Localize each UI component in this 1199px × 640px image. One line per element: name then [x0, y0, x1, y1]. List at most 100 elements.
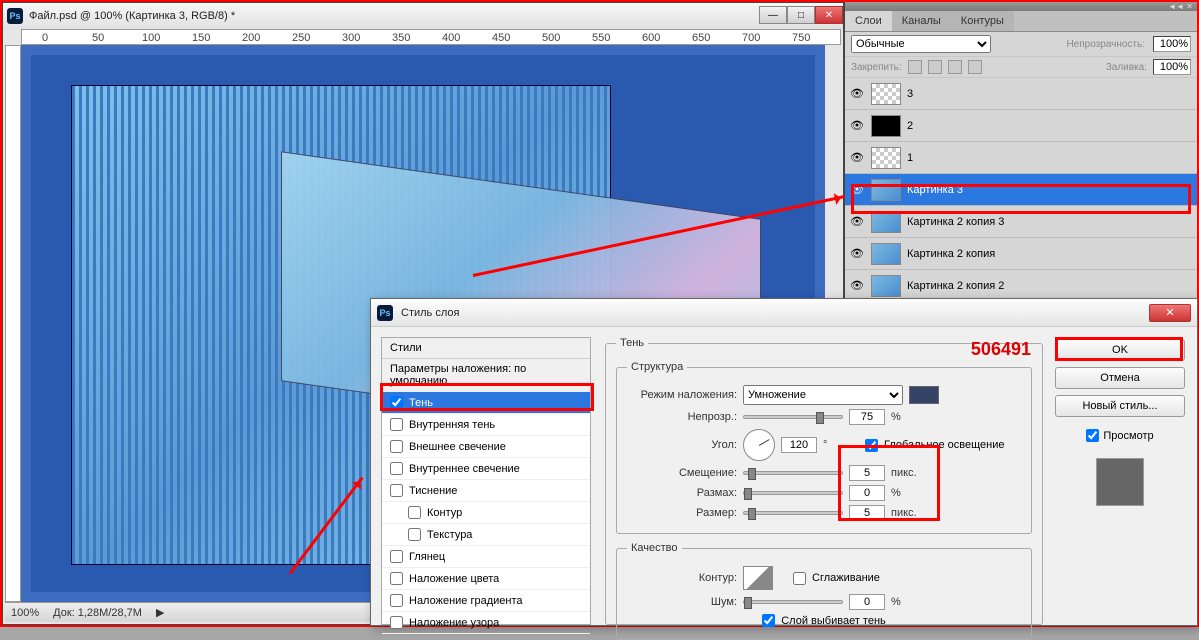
- style-drop-shadow[interactable]: Тень: [382, 392, 590, 414]
- knockout-checkbox[interactable]: [762, 614, 775, 627]
- preview-checkbox[interactable]: [1086, 429, 1099, 442]
- spread-value[interactable]: [849, 485, 885, 501]
- ps-icon: Ps: [377, 305, 393, 321]
- opacity-input[interactable]: [1153, 36, 1191, 52]
- new-style-button[interactable]: Новый стиль...: [1055, 395, 1185, 417]
- minimize-button[interactable]: —: [759, 6, 787, 24]
- size-slider[interactable]: [743, 511, 843, 515]
- quality-legend: Качество: [627, 542, 682, 554]
- spread-slider[interactable]: [743, 491, 843, 495]
- shadow-color-swatch[interactable]: [909, 386, 939, 404]
- contour-picker[interactable]: [743, 566, 773, 590]
- visibility-icon[interactable]: 👁: [849, 118, 865, 134]
- document-title: Файл.psd @ 100% (Картинка 3, RGB/8) *: [29, 10, 759, 22]
- inner-shadow-checkbox[interactable]: [390, 418, 403, 431]
- opacity-slider[interactable]: [743, 415, 843, 419]
- dialog-titlebar[interactable]: Ps Стиль слоя ✕: [371, 299, 1197, 327]
- watermark: 506491: [971, 339, 1031, 360]
- close-button[interactable]: ✕: [815, 6, 843, 24]
- ruler-vertical[interactable]: [5, 45, 21, 602]
- size-value[interactable]: [849, 505, 885, 521]
- blend-mode-label: Режим наложения:: [627, 389, 737, 401]
- lock-transparent-icon[interactable]: [908, 60, 922, 74]
- style-texture[interactable]: Текстура: [382, 524, 590, 546]
- visibility-icon[interactable]: 👁: [849, 182, 865, 198]
- texture-checkbox[interactable]: [408, 528, 421, 541]
- style-outer-glow[interactable]: Внешнее свечение: [382, 436, 590, 458]
- lock-pixels-icon[interactable]: [928, 60, 942, 74]
- visibility-icon[interactable]: 👁: [849, 86, 865, 102]
- distance-slider[interactable]: [743, 471, 843, 475]
- size-label: Размер:: [627, 507, 737, 519]
- tab-paths[interactable]: Контуры: [951, 11, 1014, 31]
- angle-dial[interactable]: [743, 429, 775, 461]
- contour-label: Контур:: [627, 572, 737, 584]
- layer-row[interactable]: 👁 2: [845, 110, 1197, 142]
- satin-checkbox[interactable]: [390, 550, 403, 563]
- gradient-overlay-checkbox[interactable]: [390, 594, 403, 607]
- antialias-label: Сглаживание: [812, 572, 880, 584]
- preview-thumbnail: [1096, 458, 1144, 506]
- layer-thumbnail[interactable]: [871, 179, 901, 201]
- contour-checkbox[interactable]: [408, 506, 421, 519]
- visibility-icon[interactable]: 👁: [849, 278, 865, 294]
- doc-size: Док: 1,28M/28,7M: [53, 607, 142, 619]
- style-contour[interactable]: Контур: [382, 502, 590, 524]
- visibility-icon[interactable]: 👁: [849, 214, 865, 230]
- layer-row[interactable]: 👁 Картинка 2 копия: [845, 238, 1197, 270]
- distance-value[interactable]: [849, 465, 885, 481]
- knockout-label: Слой выбивает тень: [781, 615, 886, 627]
- layer-row[interactable]: 👁 Картинка 2 копия 3: [845, 206, 1197, 238]
- antialias-checkbox[interactable]: [793, 572, 806, 585]
- style-gradient-overlay[interactable]: Наложение градиента: [382, 590, 590, 612]
- layer-row[interactable]: 👁 3: [845, 78, 1197, 110]
- drop-shadow-checkbox[interactable]: [390, 396, 403, 409]
- style-blending-options[interactable]: Параметры наложения: по умолчанию: [382, 359, 590, 392]
- tab-channels[interactable]: Каналы: [892, 11, 951, 31]
- layer-thumbnail[interactable]: [871, 83, 901, 105]
- ruler-horizontal[interactable]: 0 50 100 150 200 250 300 350 400 450 500…: [21, 29, 841, 45]
- dialog-title: Стиль слоя: [401, 307, 1149, 319]
- color-overlay-checkbox[interactable]: [390, 572, 403, 585]
- layer-thumbnail[interactable]: [871, 211, 901, 233]
- global-light-checkbox[interactable]: [865, 439, 878, 452]
- pattern-overlay-checkbox[interactable]: [390, 616, 403, 629]
- visibility-icon[interactable]: 👁: [849, 150, 865, 166]
- layer-thumbnail[interactable]: [871, 147, 901, 169]
- blend-mode-select[interactable]: Обычные: [851, 35, 991, 53]
- angle-value[interactable]: [781, 437, 817, 453]
- bevel-checkbox[interactable]: [390, 484, 403, 497]
- inner-glow-checkbox[interactable]: [390, 462, 403, 475]
- status-arrow-icon[interactable]: ▶: [156, 606, 164, 619]
- opacity-label: Непрозрачность:: [1066, 39, 1145, 50]
- blend-mode-select[interactable]: Умножение: [743, 385, 903, 405]
- layer-thumbnail[interactable]: [871, 243, 901, 265]
- style-inner-shadow[interactable]: Внутренняя тень: [382, 414, 590, 436]
- styles-list: Стили Параметры наложения: по умолчанию …: [381, 337, 591, 625]
- visibility-icon[interactable]: 👁: [849, 246, 865, 262]
- style-satin[interactable]: Глянец: [382, 546, 590, 568]
- zoom-level[interactable]: 100%: [11, 607, 39, 619]
- fill-input[interactable]: [1153, 59, 1191, 75]
- lock-position-icon[interactable]: [948, 60, 962, 74]
- styles-header: Стили: [382, 338, 590, 359]
- layer-row[interactable]: 👁 1: [845, 142, 1197, 174]
- cancel-button[interactable]: Отмена: [1055, 367, 1185, 389]
- layer-thumbnail[interactable]: [871, 115, 901, 137]
- style-pattern-overlay[interactable]: Наложение узора: [382, 612, 590, 634]
- maximize-button[interactable]: □: [787, 6, 815, 24]
- style-inner-glow[interactable]: Внутреннее свечение: [382, 458, 590, 480]
- noise-value[interactable]: [849, 594, 885, 610]
- lock-all-icon[interactable]: [968, 60, 982, 74]
- ok-button[interactable]: OK: [1055, 339, 1185, 361]
- dialog-close-button[interactable]: ✕: [1149, 304, 1191, 322]
- tab-layers[interactable]: Слои: [845, 11, 892, 31]
- noise-slider[interactable]: [743, 600, 843, 604]
- style-color-overlay[interactable]: Наложение цвета: [382, 568, 590, 590]
- layer-row[interactable]: 👁 Картинка 3: [845, 174, 1197, 206]
- opacity-value[interactable]: [849, 409, 885, 425]
- angle-label: Угол:: [627, 439, 737, 451]
- layer-thumbnail[interactable]: [871, 275, 901, 297]
- outer-glow-checkbox[interactable]: [390, 440, 403, 453]
- style-bevel[interactable]: Тиснение: [382, 480, 590, 502]
